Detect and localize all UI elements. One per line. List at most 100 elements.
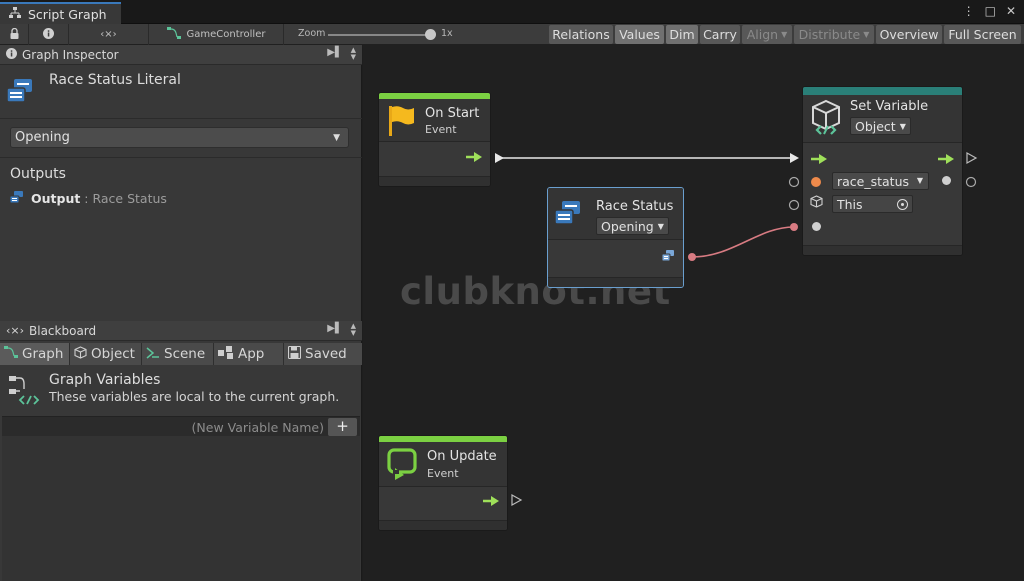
add-variable-button[interactable]: + xyxy=(328,418,357,436)
literal-node-icon xyxy=(9,191,24,206)
distribute-label: Distribute xyxy=(798,27,861,42)
dropdown-value: Opening xyxy=(15,130,70,145)
race-status-literal-node[interactable]: Race Status Opening ▼ xyxy=(547,187,684,288)
flag-icon xyxy=(389,106,415,139)
panel-title: Blackboard xyxy=(29,323,97,338)
hierarchy-icon xyxy=(8,6,22,22)
tab-scene[interactable]: Scene xyxy=(142,343,214,365)
race-status-dropdown[interactable]: Opening ▼ xyxy=(10,127,349,148)
more-menu-icon[interactable]: ⋮ xyxy=(963,4,975,18)
variable-port xyxy=(788,199,800,211)
chevron-down-icon: ▼ xyxy=(916,176,923,185)
target-name: GameController xyxy=(186,29,266,40)
field-value: This xyxy=(837,196,863,212)
dock-panel-icon[interactable]: ▶▌ xyxy=(327,323,342,337)
variables-button[interactable]: ‹×› xyxy=(69,24,149,45)
zoom-slider-track[interactable] xyxy=(328,34,432,36)
side-panels: Graph Inspector ▶▌ ▲ ▼ Race Status Litera… xyxy=(0,45,362,581)
dock-panel-icon[interactable]: ▶▌ xyxy=(327,47,342,61)
tab-script-graph[interactable]: Script Graph xyxy=(0,2,121,24)
output-name: Output xyxy=(31,191,81,206)
relations-button[interactable]: Relations xyxy=(549,25,613,44)
node-title: Race Status xyxy=(596,199,674,214)
tab-saved[interactable]: Saved xyxy=(284,343,362,365)
overview-button[interactable]: Overview xyxy=(876,25,942,44)
save-icon xyxy=(287,345,302,363)
flow-output-arrow xyxy=(511,493,523,507)
tab-object[interactable]: Object xyxy=(70,343,142,365)
dim-button[interactable]: Dim xyxy=(666,25,698,44)
collapse-panel-icon[interactable]: ▲ ▼ xyxy=(351,323,356,337)
variable-name-dropdown[interactable]: race_status ▼ xyxy=(832,172,929,190)
node-footer xyxy=(803,245,962,255)
object-port-icon[interactable] xyxy=(811,177,821,187)
graph-variables-title: Graph Variables xyxy=(49,372,161,388)
value-port-icon[interactable] xyxy=(812,222,821,231)
control-output-arrow-icon[interactable] xyxy=(466,151,482,165)
variables-icon: ‹×› xyxy=(6,324,25,337)
graph-variables-description: These variables are local to the current… xyxy=(49,389,340,404)
tab-label: Graph xyxy=(22,346,64,362)
tab-title: Script Graph xyxy=(28,6,107,22)
tab-graph[interactable]: Graph xyxy=(0,343,70,365)
info-icon xyxy=(6,47,17,62)
collapse-panel-icon[interactable]: ▲ ▼ xyxy=(351,47,356,61)
divider xyxy=(0,118,362,119)
value-input-port xyxy=(790,223,798,231)
graph-target-breadcrumb[interactable]: GameController xyxy=(149,24,284,45)
literal-output-port-icon[interactable] xyxy=(661,250,674,264)
literal-node-icon xyxy=(6,78,34,107)
target-object-field[interactable]: This xyxy=(832,195,913,213)
maximize-icon[interactable]: □ xyxy=(985,4,996,18)
cube-icon xyxy=(810,195,823,211)
info-button[interactable] xyxy=(29,24,69,45)
node-subtitle: Event xyxy=(425,123,457,136)
object-picker-icon[interactable] xyxy=(897,199,908,210)
chevron-down-icon: ▼ xyxy=(781,30,788,39)
full-screen-button[interactable]: Full Screen xyxy=(944,25,1021,44)
graph-toolbar: ‹×› GameController Zoom 1x Relations Val… xyxy=(0,24,1024,45)
set-variable-node[interactable]: Set Variable Object ▼ race_status ▼ This xyxy=(802,86,963,256)
node-subtitle: Event xyxy=(427,467,459,480)
tab-app[interactable]: App xyxy=(214,343,284,365)
close-icon[interactable]: ✕ xyxy=(1006,4,1016,18)
control-input-arrow-icon[interactable] xyxy=(811,153,827,167)
value-port-icon[interactable] xyxy=(942,176,951,185)
lock-icon xyxy=(10,27,19,42)
tab-label: Saved xyxy=(305,346,347,362)
control-output-arrow-icon[interactable] xyxy=(483,495,499,509)
zoom-slider-handle[interactable] xyxy=(425,29,436,40)
inspector-title: Race Status Literal xyxy=(49,72,181,88)
node-title: On Update xyxy=(427,449,497,464)
flow-arrow-head xyxy=(790,153,799,163)
graph-node-icon xyxy=(4,346,18,362)
panel-title: Graph Inspector xyxy=(22,47,119,62)
distribute-dropdown[interactable]: Distribute ▼ xyxy=(794,25,874,44)
node-footer xyxy=(379,176,490,186)
app-icon xyxy=(218,345,234,363)
variable-kind-dropdown[interactable]: Object ▼ xyxy=(850,117,911,135)
lock-button[interactable] xyxy=(0,24,29,45)
node-accent-bar xyxy=(803,87,962,95)
node-footer xyxy=(379,520,507,530)
window-tab-bar: Script Graph ⋮ □ ✕ xyxy=(0,0,1024,24)
chevron-down-icon: ▼ xyxy=(333,133,340,143)
node-footer xyxy=(548,277,683,287)
new-variable-name-input[interactable]: (New Variable Name) xyxy=(192,420,324,435)
variables-list xyxy=(2,436,360,581)
zoom-value: 1x xyxy=(441,28,453,39)
value-connection xyxy=(691,226,795,258)
control-output-arrow-icon[interactable] xyxy=(938,153,954,167)
carry-button[interactable]: Carry xyxy=(700,25,740,44)
graph-variables-icon xyxy=(8,375,42,410)
align-dropdown[interactable]: Align ▼ xyxy=(742,25,792,44)
values-button[interactable]: Values xyxy=(615,25,664,44)
race-status-value-dropdown[interactable]: Opening ▼ xyxy=(596,217,669,235)
scene-icon xyxy=(146,346,160,363)
output-type: : Race Status xyxy=(80,191,167,206)
graph-canvas[interactable]: clubknot.net On Start Event Set Variable… xyxy=(363,45,1024,581)
info-icon xyxy=(43,27,54,42)
value-output-port xyxy=(688,253,696,261)
on-update-node[interactable]: On Update Event xyxy=(378,435,508,531)
on-start-node[interactable]: On Start Event xyxy=(378,92,491,187)
